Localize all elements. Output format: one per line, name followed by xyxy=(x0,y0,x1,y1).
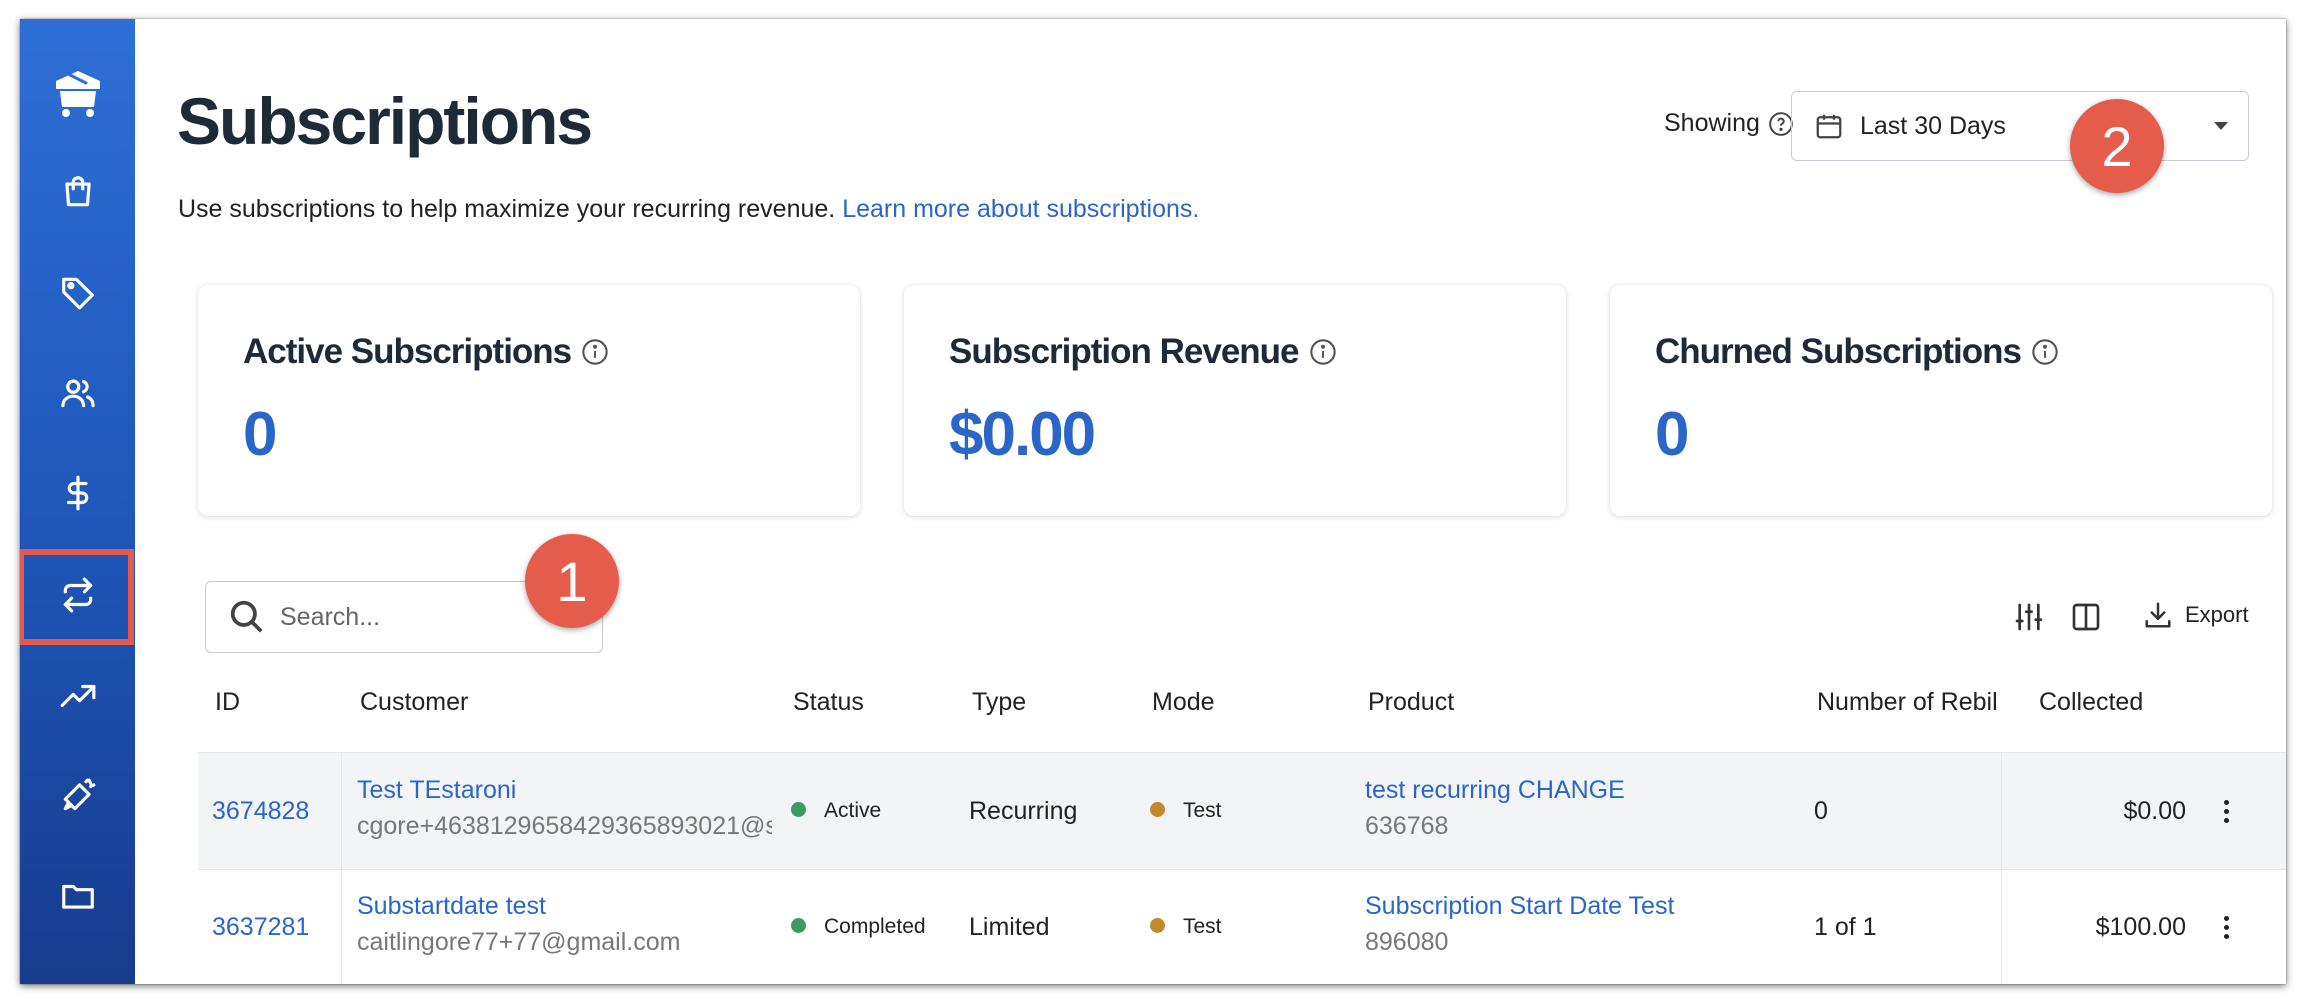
rebills-value: 0 xyxy=(1814,797,1828,825)
customer-name-link[interactable]: Substartdate test xyxy=(357,892,546,921)
shopping-bag-icon xyxy=(64,176,91,207)
annotation-badge-1: 1 xyxy=(525,534,619,628)
export-button[interactable]: Export xyxy=(2143,600,2249,630)
stat-card-title: Churned Subscriptions xyxy=(1655,332,2059,372)
status-badge: Completed xyxy=(791,915,926,939)
info-icon[interactable] xyxy=(2031,338,2059,366)
sidebar-item-customers[interactable] xyxy=(20,353,135,433)
export-label: Export xyxy=(2185,602,2249,627)
sliders-icon xyxy=(2015,603,2043,631)
stat-label: Active Subscriptions xyxy=(243,332,572,371)
mode-dot xyxy=(1150,801,1165,817)
page-subtitle: Use subscriptions to help maximize your … xyxy=(178,195,1199,224)
stat-card-active: Active Subscriptions 0 xyxy=(198,285,860,516)
users-icon xyxy=(60,379,95,408)
sidebar-item-orders[interactable] xyxy=(20,152,135,232)
stat-card-title: Active Subscriptions xyxy=(243,332,609,372)
megaphone-icon xyxy=(63,778,95,811)
rebills-value: 1 of 1 xyxy=(1814,913,1877,941)
row-id-link[interactable]: 3674828 xyxy=(212,797,309,826)
stat-label: Churned Subscriptions xyxy=(1655,332,2022,371)
mode-text: Test xyxy=(1183,799,1222,822)
status-dot xyxy=(791,917,806,933)
status-text: Completed xyxy=(824,915,926,938)
collected-value: $100.00 xyxy=(2095,913,2186,941)
product-link[interactable]: Subscription Start Date Test xyxy=(1365,892,1674,921)
mode-badge: Test xyxy=(1150,799,1222,823)
type-text: Recurring xyxy=(969,797,1078,825)
column-header-mode[interactable]: Mode xyxy=(1152,688,1215,717)
stat-card-revenue: Subscription Revenue $0.00 xyxy=(904,285,1566,516)
column-header-collected[interactable]: Collected xyxy=(2039,688,2143,717)
stat-value: $0.00 xyxy=(949,400,1096,469)
download-icon xyxy=(2145,602,2171,628)
stat-value: 0 xyxy=(1655,400,1690,469)
status-dot xyxy=(791,801,806,817)
sidebar-item-marketing[interactable] xyxy=(20,756,135,836)
showing-text: Showing xyxy=(1664,109,1760,137)
logo-icon xyxy=(55,71,100,117)
customer-email: caitlingore77+77@gmail.com xyxy=(357,928,681,956)
tag-icon xyxy=(61,277,94,310)
mode-dot xyxy=(1150,917,1165,933)
customer-name-link[interactable]: Test TEstaroni xyxy=(357,776,516,805)
sidebar xyxy=(20,19,135,984)
trending-up-icon xyxy=(60,684,95,708)
main-content: Subscriptions Use subscriptions to help … xyxy=(135,19,2286,984)
active-item-highlight xyxy=(20,549,134,645)
columns-icon xyxy=(2072,603,2100,631)
table-row[interactable] xyxy=(198,753,2286,869)
subtitle-text: Use subscriptions to help maximize your … xyxy=(178,195,836,223)
sidebar-item-payments[interactable] xyxy=(20,453,135,533)
page-title: Subscriptions xyxy=(177,84,593,158)
column-header-rebills[interactable]: Number of Rebil xyxy=(1817,688,1998,717)
search-icon xyxy=(230,600,263,633)
mode-text: Test xyxy=(1183,915,1222,938)
column-divider xyxy=(341,753,342,984)
columns-button[interactable] xyxy=(2070,601,2102,633)
date-range-select[interactable]: Last 30 Days xyxy=(1791,91,2249,161)
stat-value: 0 xyxy=(243,400,278,469)
column-header-type[interactable]: Type xyxy=(972,688,1026,717)
filter-button[interactable] xyxy=(2013,601,2045,633)
learn-more-link[interactable]: Learn more about subscriptions. xyxy=(842,195,1199,223)
info-icon[interactable] xyxy=(1309,338,1337,366)
app-window: Subscriptions Use subscriptions to help … xyxy=(20,19,2286,984)
chevron-down-icon xyxy=(2214,122,2228,130)
sidebar-item-files[interactable] xyxy=(20,856,135,936)
search-input[interactable] xyxy=(278,601,532,633)
sidebar-item-products[interactable] xyxy=(20,252,135,332)
column-header-id[interactable]: ID xyxy=(215,688,240,717)
folder-icon xyxy=(61,884,94,909)
product-id: 636768 xyxy=(1365,812,1449,840)
annotation-badge-2: 2 xyxy=(2070,99,2164,193)
row-menu-icon[interactable] xyxy=(2224,916,2230,943)
row-menu-icon[interactable] xyxy=(2224,800,2230,827)
column-header-customer[interactable]: Customer xyxy=(360,688,468,717)
table-row[interactable] xyxy=(198,870,2286,984)
row-id-link[interactable]: 3637281 xyxy=(212,913,309,942)
help-icon[interactable] xyxy=(1768,111,1794,137)
status-badge: Active xyxy=(791,799,881,823)
customer-email: cgore+463812965842936589302​1@s xyxy=(357,812,772,840)
stat-card-churned: Churned Subscriptions 0 xyxy=(1610,285,2272,516)
product-id: 896080 xyxy=(1365,928,1449,956)
mode-badge: Test xyxy=(1150,915,1222,939)
app-logo[interactable] xyxy=(20,53,135,133)
status-text: Active xyxy=(824,799,882,822)
stat-label: Subscription Revenue xyxy=(949,332,1300,371)
sidebar-item-analytics[interactable] xyxy=(20,656,135,736)
column-divider xyxy=(2001,753,2002,984)
collected-value: $0.00 xyxy=(2123,797,2186,825)
column-header-status[interactable]: Status xyxy=(793,688,864,717)
dollar-icon xyxy=(66,475,88,511)
calendar-icon xyxy=(1816,114,1842,139)
showing-label: Showing xyxy=(1664,109,1794,138)
date-range-value: Last 30 Days xyxy=(1860,111,2006,140)
product-link[interactable]: test recurring CHANGE xyxy=(1365,776,1625,805)
column-header-product[interactable]: Product xyxy=(1368,688,1454,717)
stat-card-title: Subscription Revenue xyxy=(949,332,1337,372)
type-text: Limited xyxy=(969,913,1050,941)
info-icon[interactable] xyxy=(581,338,609,366)
